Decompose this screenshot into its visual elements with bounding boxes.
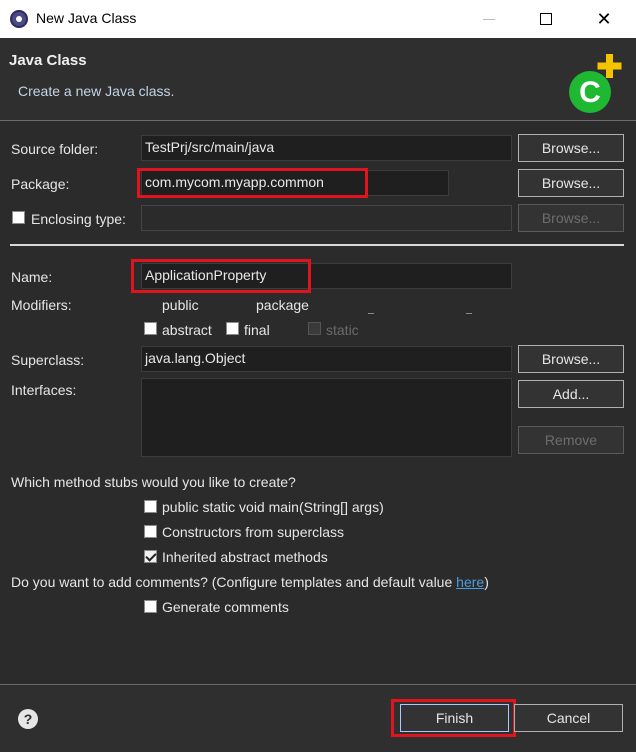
cancel-button[interactable]: Cancel xyxy=(514,704,623,732)
new-class-icon: C xyxy=(569,54,622,113)
configure-templates-link[interactable]: here xyxy=(456,574,484,590)
enclosing-type-checkbox[interactable] xyxy=(12,211,25,224)
static-checkbox[interactable] xyxy=(308,322,321,335)
modifier-public[interactable]: public xyxy=(162,297,199,313)
page-description: Create a new Java class. xyxy=(18,83,175,99)
window-title: New Java Class xyxy=(36,10,137,26)
section-divider xyxy=(10,244,624,246)
close-button[interactable]: ✕ xyxy=(581,0,627,38)
package-highlight xyxy=(137,168,368,198)
svg-text:C: C xyxy=(579,76,601,109)
final-checkbox[interactable] xyxy=(226,322,239,335)
maximize-button[interactable] xyxy=(523,0,569,38)
package-label: Package: xyxy=(11,176,70,192)
inherited-methods-label: Inherited abstract methods xyxy=(162,549,328,565)
method-stubs-question: Which method stubs would you like to cre… xyxy=(11,474,296,490)
title-bar: New Java Class ✕ xyxy=(0,0,636,38)
interfaces-list[interactable] xyxy=(141,378,512,457)
abstract-label: abstract xyxy=(162,322,212,338)
finish-highlight xyxy=(391,699,516,737)
eclipse-icon xyxy=(10,10,28,28)
constructors-label: Constructors from superclass xyxy=(162,524,345,540)
superclass-browse-button[interactable]: Browse... xyxy=(518,345,624,373)
source-folder-label: Source folder: xyxy=(11,141,99,157)
close-icon: ✕ xyxy=(596,8,612,29)
comments-question-suffix: ) xyxy=(484,574,489,590)
modifier-package[interactable]: package xyxy=(256,297,309,313)
modifier-protected-placeholder xyxy=(466,313,472,314)
add-interface-button[interactable]: Add... xyxy=(518,380,624,408)
main-method-checkbox[interactable] xyxy=(144,500,157,513)
maximize-icon xyxy=(540,13,552,25)
constructors-checkbox[interactable] xyxy=(144,525,157,538)
generate-comments-checkbox[interactable] xyxy=(144,600,157,613)
abstract-checkbox[interactable] xyxy=(144,322,157,335)
source-folder-browse-button[interactable]: Browse... xyxy=(518,134,624,162)
enclosing-type-browse-button[interactable]: Browse... xyxy=(518,204,624,232)
static-label: static xyxy=(326,322,359,338)
superclass-label: Superclass: xyxy=(11,352,85,368)
modifier-private-placeholder xyxy=(368,313,374,314)
minimize-icon xyxy=(483,18,495,20)
main-method-label: public static void main(String[] args) xyxy=(162,499,384,515)
source-folder-input[interactable]: TestPrj/src/main/java xyxy=(141,135,512,161)
minimize-button[interactable] xyxy=(466,0,512,38)
inherited-methods-checkbox[interactable] xyxy=(144,550,157,563)
name-highlight xyxy=(131,259,311,293)
remove-interface-button[interactable]: Remove xyxy=(518,426,624,454)
header-divider xyxy=(0,120,636,121)
name-label: Name: xyxy=(11,269,53,285)
comments-question-text: Do you want to add comments? (Configure … xyxy=(11,574,457,590)
interfaces-label: Interfaces: xyxy=(11,382,77,398)
package-browse-button[interactable]: Browse... xyxy=(518,169,624,197)
page-title: Java Class xyxy=(9,52,87,69)
help-icon[interactable]: ? xyxy=(18,709,38,729)
generate-comments-label: Generate comments xyxy=(162,599,289,615)
enclosing-type-label: Enclosing type: xyxy=(31,211,126,227)
final-label: final xyxy=(244,322,270,338)
wizard-header: Java Class Create a new Java class. C xyxy=(0,38,636,120)
enclosing-type-input[interactable] xyxy=(141,205,512,231)
comments-question: Do you want to add comments? (Configure … xyxy=(11,574,489,590)
superclass-input[interactable]: java.lang.Object xyxy=(141,346,512,372)
modifiers-label: Modifiers: xyxy=(11,297,72,313)
